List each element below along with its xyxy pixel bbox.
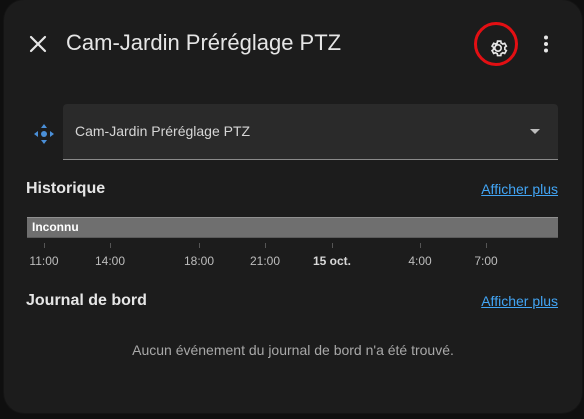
axis-tick-label: 14:00	[94, 254, 126, 268]
history-time-axis: 11:00 14:00 18:00 21:00 15 oct. 4:00 7:0…	[27, 243, 558, 273]
preset-select[interactable]: Cam-Jardin Préréglage PTZ	[63, 104, 558, 160]
history-title: Historique	[26, 180, 106, 197]
axis-tick-label: 11:00	[29, 254, 59, 268]
dropdown-arrow-icon	[530, 129, 540, 134]
more-options-button[interactable]	[534, 30, 558, 58]
dialog-header: Cam-Jardin Préréglage PTZ	[4, 0, 582, 88]
axis-tick	[486, 243, 487, 248]
axis-tick	[420, 243, 421, 248]
axis-tick-label: 7:00	[474, 254, 498, 268]
axis-tick	[110, 243, 111, 248]
axis-tick-label: 21:00	[249, 254, 281, 268]
history-show-more-link[interactable]: Afficher plus	[481, 181, 558, 197]
dialog-title: Cam-Jardin Préréglage PTZ	[66, 30, 342, 55]
axis-tick	[44, 243, 45, 248]
axis-tick-label: 4:00	[408, 254, 432, 268]
logbook-empty-message: Aucun événement du journal de bord n'a é…	[132, 342, 454, 358]
logbook-show-more-link[interactable]: Afficher plus	[481, 293, 558, 309]
close-icon	[29, 35, 47, 53]
axis-tick	[332, 243, 333, 248]
settings-button[interactable]	[474, 22, 522, 68]
highlight-circle	[474, 22, 518, 66]
axis-tick	[265, 243, 266, 248]
timeline-state-label: Inconnu	[32, 220, 79, 234]
pan-tilt-icon	[34, 124, 54, 144]
axis-tick	[199, 243, 200, 248]
close-button[interactable]	[24, 30, 52, 58]
logbook-title: Journal de bord	[26, 292, 147, 309]
preset-select-value: Cam-Jardin Préréglage PTZ	[75, 123, 251, 139]
more-vert-icon	[544, 35, 548, 53]
history-timeline-bar[interactable]: Inconnu	[27, 217, 558, 238]
axis-tick-label-date: 15 oct.	[312, 254, 352, 268]
more-info-dialog: Cam-Jardin Préréglage PTZ Cam-Jardin Pré…	[4, 0, 582, 413]
axis-tick-label: 18:00	[183, 254, 215, 268]
